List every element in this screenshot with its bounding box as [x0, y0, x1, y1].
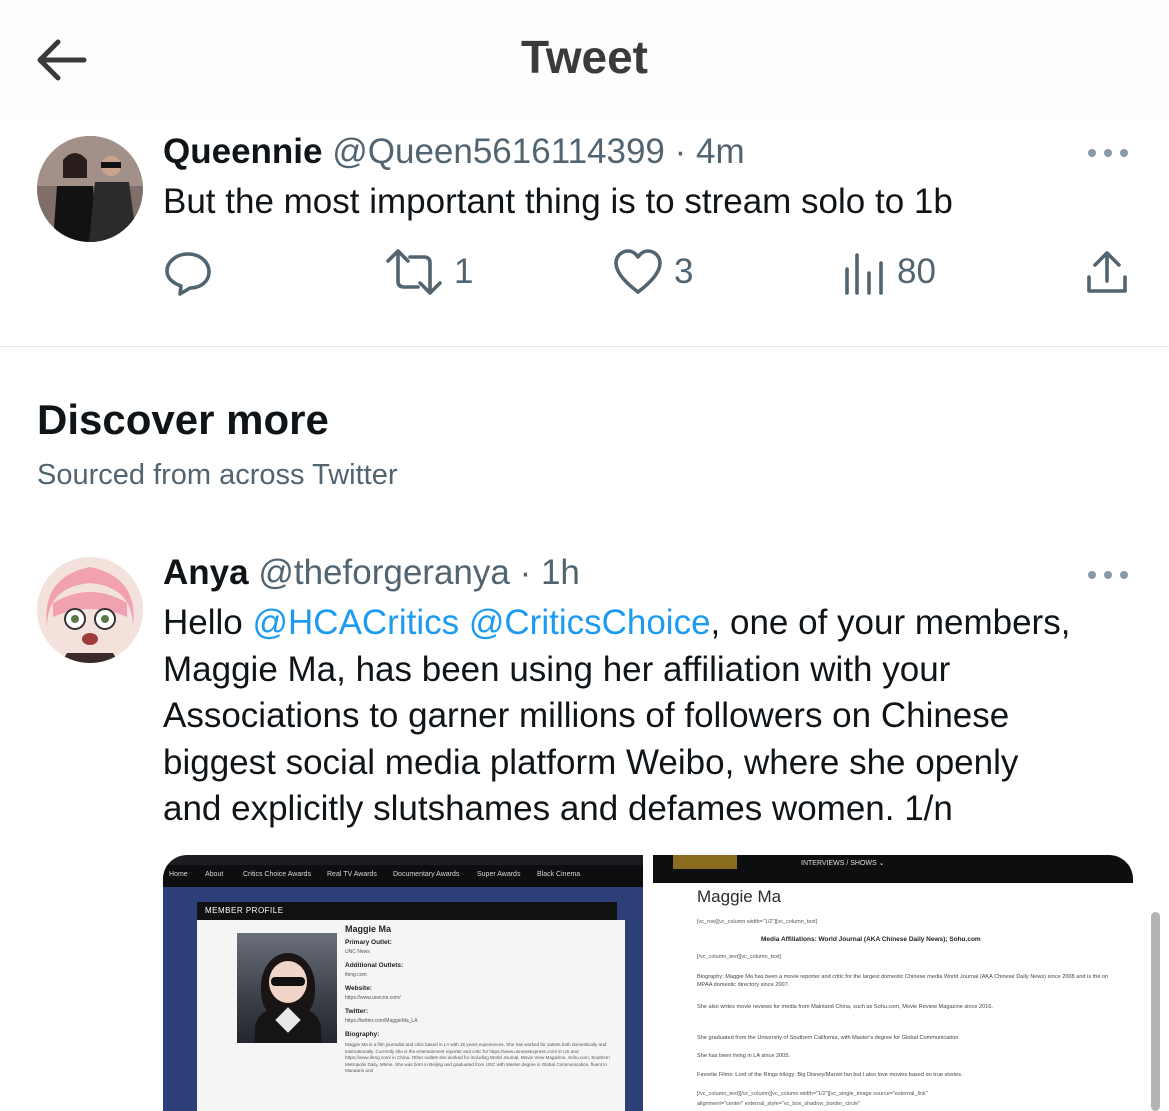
- post-text: Hello @HCACritics @CriticsChoice, one of…: [163, 600, 1153, 833]
- user-handle[interactable]: @theforgeranya: [258, 553, 510, 592]
- profile-label: Primary Outlet:: [345, 939, 392, 946]
- retweet-count: 1: [454, 252, 474, 291]
- text-run: Hello: [163, 603, 253, 642]
- tweet-actions: 1 3 80: [0, 240, 1169, 304]
- article-title: Maggie Ma: [697, 887, 782, 906]
- article-code: [vc_row][vc_column width="1/2"][vc_colum…: [697, 919, 818, 925]
- post-text-line: Hello @HCACritics @CriticsChoice, one of…: [163, 600, 1153, 647]
- user-handle[interactable]: @Queen5616114399: [332, 132, 665, 171]
- avatar-image: [37, 136, 143, 242]
- mention-link[interactable]: @CriticsChoice: [469, 603, 711, 642]
- website-nav-item: Black Cinema: [537, 871, 581, 878]
- website-nav-item: About: [205, 871, 224, 878]
- profile-value: ifeng.com: [345, 972, 367, 978]
- more-dots-icon: [1088, 571, 1128, 579]
- website-header: INTERVIEWS / SHOWS ⌄: [653, 855, 1133, 883]
- profile-label: Website:: [345, 985, 372, 992]
- media-image-1[interactable]: Home About Critics Choice Awards Real TV…: [163, 855, 643, 1111]
- post-text-line: biggest social media platform Weibo, whe…: [163, 742, 1019, 782]
- article-paragraph: She graduated from the University of Sou…: [697, 1035, 960, 1041]
- profile-page: Maggie Ma Primary Outlet: UNC News Addit…: [197, 920, 625, 1111]
- website-nav-item: Documentary Awards: [393, 871, 460, 878]
- reply-button[interactable]: [163, 240, 223, 304]
- article-code: alignment="center" external_style="vc_bo…: [697, 1101, 861, 1107]
- display-name[interactable]: Queennie: [163, 132, 322, 171]
- heart-icon: [614, 249, 662, 294]
- share-button[interactable]: [1084, 240, 1130, 304]
- profile-photo: [237, 933, 337, 1043]
- more-options-button[interactable]: [1086, 568, 1130, 582]
- website-nav-item: Real TV Awards: [327, 871, 377, 878]
- article-code: [/vc_column_text][/vc_column][vc_column …: [697, 1091, 928, 1097]
- media-grid: Home About Critics Choice Awards Real TV…: [163, 855, 1133, 1111]
- tweet-author: Queennie @Queen5616114399 · 4m: [163, 132, 745, 172]
- profile-header-bar: MEMBER PROFILE: [197, 902, 617, 920]
- website-logo: [673, 855, 737, 869]
- website-nav: Home About Critics Choice Awards Real TV…: [163, 865, 643, 887]
- website-nav-item: Critics Choice Awards: [243, 871, 311, 878]
- share-icon: [1087, 251, 1127, 293]
- mention-link[interactable]: @HCACritics: [252, 603, 459, 642]
- profile-value: https://twitter.com/MaggieMa_LA: [345, 1018, 418, 1024]
- article-code: [/vc_column_text][vc_column_text]: [697, 954, 782, 960]
- like-button[interactable]: 3: [612, 240, 693, 304]
- section-title: Discover more: [37, 396, 329, 443]
- post-text-line: Maggie Ma, has been using her affiliatio…: [163, 649, 951, 689]
- photo-sunglasses: [271, 977, 305, 986]
- views-chart-icon: [845, 253, 883, 295]
- profile-name: Maggie Ma: [345, 924, 392, 934]
- reply-icon: [165, 252, 211, 296]
- article-paragraph: She has been living in LA since 2005.: [697, 1053, 790, 1059]
- article-paragraph: She also writes movie reviews for media …: [697, 1004, 993, 1010]
- scrollbar[interactable]: [1151, 912, 1160, 1111]
- post-text-line: and explicitly slutshames and defames wo…: [163, 789, 953, 828]
- page-title: Tweet: [521, 31, 648, 83]
- website-nav-item: Super Awards: [477, 871, 521, 878]
- article-affiliations: Media Affiliations: World Journal (AKA C…: [761, 936, 981, 943]
- views-button[interactable]: 80: [841, 240, 936, 304]
- article-paragraph: Favorite Films: Lord of the Rings trilog…: [697, 1072, 963, 1078]
- profile-bio: Maggie Ma is a film journalist and criti…: [345, 1042, 610, 1073]
- timestamp[interactable]: · 1h: [520, 553, 580, 592]
- like-count: 3: [674, 252, 694, 291]
- post-author: Anya @theforgeranya · 1h: [163, 553, 580, 593]
- display-name[interactable]: Anya: [163, 553, 249, 592]
- website-nav: INTERVIEWS / SHOWS ⌄: [801, 860, 885, 867]
- profile-value: UNC News: [345, 949, 370, 955]
- profile-label: Twitter:: [345, 1008, 368, 1015]
- tweet-text: But the most important thing is to strea…: [163, 182, 953, 221]
- media-image-2[interactable]: INTERVIEWS / SHOWS ⌄ Maggie Ma [vc_row][…: [653, 855, 1133, 1111]
- more-dots-icon: [1088, 149, 1128, 157]
- section-divider: [0, 346, 1169, 347]
- profile-label: Additional Outlets:: [345, 962, 404, 969]
- avatar-image: [37, 557, 143, 663]
- timestamp[interactable]: · 4m: [675, 132, 745, 171]
- media-gap: [643, 855, 653, 1111]
- retweet-icon: [386, 249, 442, 295]
- avatar[interactable]: [37, 557, 143, 663]
- view-count: 80: [897, 252, 936, 291]
- post-text-line: Associations to garner millions of follo…: [163, 696, 1010, 735]
- section-subtitle: Sourced from across Twitter: [37, 459, 398, 491]
- article-paragraph: Biography: Maggie Ma has been a movie re…: [697, 974, 1109, 988]
- profile-header: MEMBER PROFILE: [205, 906, 284, 915]
- profile-value: https://www.unecne.com/: [345, 995, 401, 1001]
- more-options-button[interactable]: [1086, 146, 1130, 160]
- profile-label: Biography:: [345, 1031, 380, 1038]
- top-bar: Tweet: [0, 0, 1169, 120]
- retweet-button[interactable]: 1: [384, 240, 473, 304]
- text-run: [459, 603, 469, 642]
- website-nav-item: Home: [169, 871, 188, 878]
- avatar[interactable]: [37, 136, 143, 242]
- text-run: , one of your members,: [710, 603, 1071, 642]
